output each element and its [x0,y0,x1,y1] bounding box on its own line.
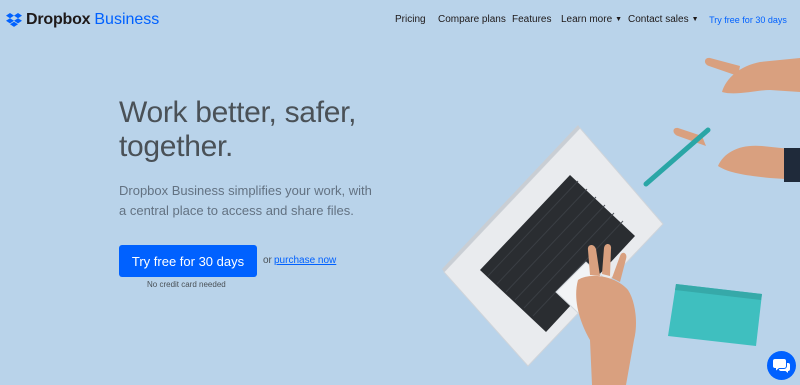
nav-features[interactable]: Features [512,14,551,25]
top-hand-illustration [704,57,800,94]
logo-brand-text: Dropbox [26,11,91,28]
caret-down-icon: ▼ [615,16,623,23]
logo-suffix-text: Business [94,11,160,28]
nav-pricing[interactable]: Pricing [395,14,426,25]
hero-subhead-line-1: Dropbox Business simplifies your work, w… [119,183,372,198]
logo[interactable]: Dropbox Business [5,10,159,30]
or-text: or [263,255,272,266]
dropbox-logo-icon [6,13,22,27]
hero-headline: Work better, safer, together. [119,96,399,164]
caret-down-icon: ▼ [691,16,699,23]
nav-contact-sales-label: Contact sales [628,14,689,25]
hero-headline-line-1: Work better, safer, [119,96,357,129]
no-credit-card-note: No credit card needed [147,280,226,289]
chat-button[interactable] [767,351,796,380]
hand-with-pen-illustration [643,127,800,187]
try-free-button[interactable]: Try free for 30 days [119,245,257,277]
nav-contact-sales[interactable]: Contact sales ▼ [628,14,699,25]
nav-learn-more-label: Learn more [561,14,613,25]
hero-illustration [442,57,800,385]
hero-subhead: Dropbox Business simplifies your work, w… [119,181,379,221]
purchase-now-link[interactable]: purchase now [274,255,336,266]
header-try-free-button[interactable]: Try free for 30 days [703,9,793,31]
hero-subhead-line-2: a central place to access and share file… [119,203,354,218]
nav-compare-plans[interactable]: Compare plans [438,14,506,25]
nav-learn-more[interactable]: Learn more ▼ [561,14,622,25]
landing-page: Dropbox Business Pricing Compare plans F… [0,0,800,385]
hero-headline-line-2: together. [119,130,234,163]
chat-bubble-icon [773,359,790,373]
site-header: Dropbox Business Pricing Compare plans F… [0,0,800,40]
notebook-illustration [668,284,762,346]
